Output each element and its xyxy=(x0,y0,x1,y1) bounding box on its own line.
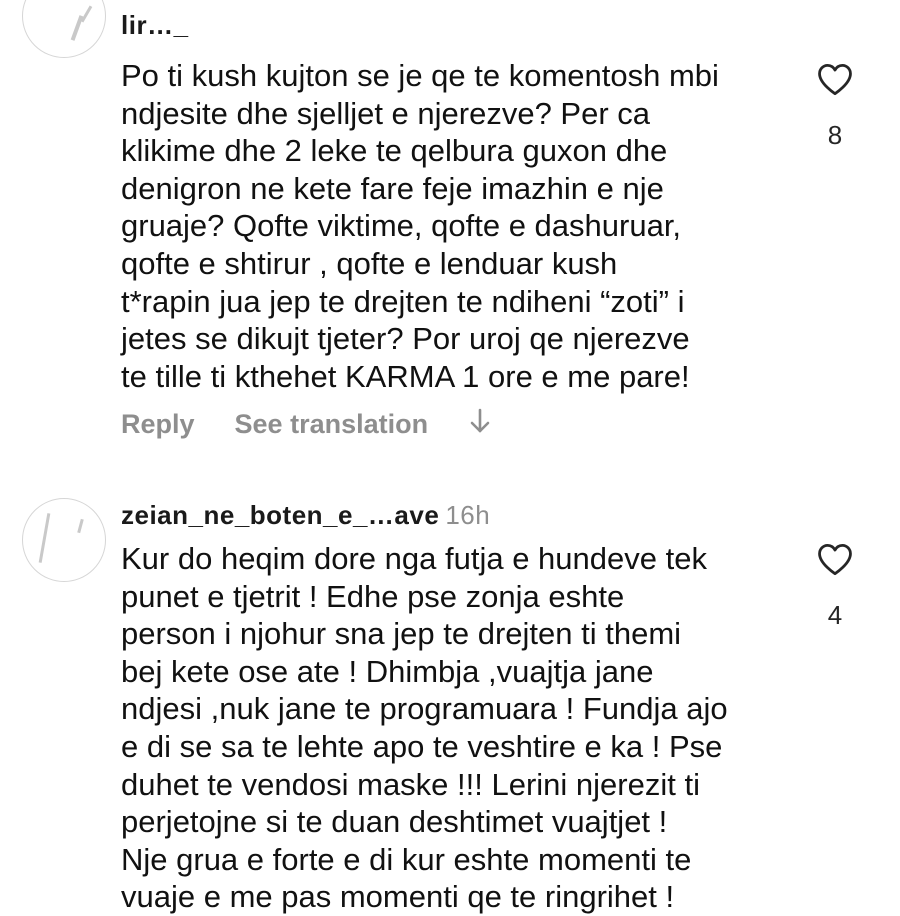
like-count: 8 xyxy=(827,120,843,150)
comment-text-line: jetes se dikujt tjeter? Por uroj qe njer… xyxy=(121,321,690,357)
comment-username[interactable]: zeian_ne_boten_e_…ave 16h xyxy=(121,500,490,530)
comment-text-line: t*rapin jua jep te drejten te ndiheni “z… xyxy=(121,283,685,319)
comment-text-line: ndjesite dhe sjelljet e njerezve? Per ca xyxy=(121,95,651,131)
comment-time: 16h xyxy=(445,500,491,530)
comment-username[interactable]: lir…_ xyxy=(121,12,189,38)
comment-text: Kur do heqim dore nga futja e hundeve te… xyxy=(121,540,811,916)
heart-icon xyxy=(818,544,852,576)
comment-item: zeian_ne_boten_e_…ave 16h Kur do heqim do… xyxy=(0,480,900,914)
comment-text-line: bej kete ose ate ! Dhimbja ,vuajtja jane xyxy=(121,653,654,689)
comment-text-line: te tille ti kthehet KARMA 1 ore e me par… xyxy=(121,358,690,394)
arrow-down-icon[interactable] xyxy=(468,407,492,442)
comment-text-line: gruaje? Qofte viktime, qofte e dashuruar… xyxy=(121,208,682,244)
comment-username-text[interactable]: zeian_ne_boten_e_…ave xyxy=(121,500,439,530)
comment-text-line: ndjesi ,nuk jane te programuara ! Fundja… xyxy=(121,691,728,727)
comment-text-line: qofte e shtirur , qofte e lenduar kush xyxy=(121,245,618,281)
comment-item: lir…_ Po ti kush kujton se je qe te kome… xyxy=(0,0,900,480)
like-button[interactable] xyxy=(810,62,860,96)
comment-text: Po ti kush kujton se je qe te komentosh … xyxy=(121,57,811,395)
comment-text-line: klikime dhe 2 leke te qelbura guxon dhe xyxy=(121,133,668,169)
comment-text-line: punet e tjetrit ! Edhe pse zonja eshte xyxy=(121,578,625,614)
heart-icon xyxy=(818,64,852,96)
comment-text-line: Kur do heqim dore nga futja e hundeve te… xyxy=(121,541,707,576)
avatar[interactable] xyxy=(22,0,106,58)
like-button[interactable] xyxy=(810,542,860,576)
see-translation-button[interactable]: See translation xyxy=(235,409,429,440)
avatar[interactable] xyxy=(22,498,106,582)
comment-text-line: duhet te vendosi maske !!! Lerini njerez… xyxy=(121,766,700,802)
comment-text-line: Nje grua e forte e di kur eshte momenti … xyxy=(121,841,692,877)
reply-button[interactable]: Reply xyxy=(121,409,195,440)
comment-text-line: e di se sa te lehte apo te veshtire e ka… xyxy=(121,728,723,764)
comment-text-line: person i njohur sna jep te drejten ti th… xyxy=(121,616,682,652)
like-count: 4 xyxy=(827,600,843,630)
comment-text-line: denigron ne kete fare feje imazhin e nje xyxy=(121,170,664,206)
comment-text-line: Po ti kush kujton se je qe te komentosh … xyxy=(121,58,719,93)
comment-actions: Reply See translation xyxy=(121,406,492,442)
comment-text-line: vuaje e me pas momenti qe te ringrihet ! xyxy=(121,879,675,915)
comment-text-line: perjetojne si te duan deshtimet vuajtjet… xyxy=(121,804,668,840)
